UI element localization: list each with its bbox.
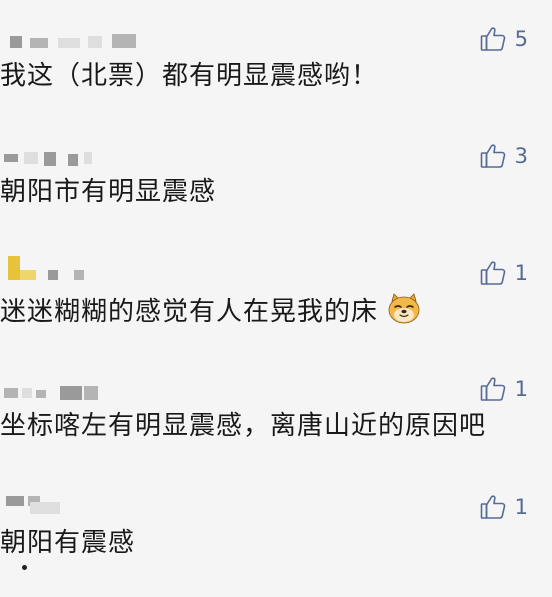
- doge-emoji: [388, 293, 420, 324]
- like-count: 1: [514, 495, 528, 519]
- like-count: 5: [514, 27, 528, 51]
- comment-text: 坐标喀左有明显震感，离唐山近的原因吧: [0, 411, 487, 441]
- blurred-username: [0, 380, 150, 400]
- like-button[interactable]: 1: [479, 492, 528, 522]
- like-count: 1: [514, 377, 528, 401]
- blurred-username: [0, 32, 150, 52]
- like-count: 3: [514, 144, 528, 168]
- comment-text-content: 迷迷糊糊的感觉有人在晃我的床: [0, 297, 379, 327]
- comment-text: 我这（北票）都有明显震感哟！: [0, 61, 379, 91]
- blurred-username: [0, 148, 150, 168]
- blurred-username: [0, 256, 150, 280]
- like-count: 1: [514, 261, 528, 285]
- thumbs-up-icon: [480, 377, 505, 401]
- like-button[interactable]: 1: [479, 374, 528, 404]
- comment-list: 5 我这（北票）都有明显震感哟！ 3 朝阳市有明显震感 1 迷迷糊糊的感觉有人在…: [0, 0, 552, 597]
- thumbs-up-icon: [480, 144, 505, 168]
- thumbs-up-icon: [480, 261, 505, 285]
- comment-text: 朝阳市有明显震感: [0, 177, 217, 207]
- like-button[interactable]: 5: [479, 24, 528, 54]
- blurred-username: [0, 494, 150, 514]
- thumbs-up-icon: [480, 27, 505, 51]
- like-button[interactable]: 3: [479, 141, 528, 171]
- bullet-dot: [22, 565, 27, 570]
- comment-text: 朝阳有震感: [0, 528, 136, 558]
- thumbs-up-icon: [480, 495, 505, 519]
- comment-text: 迷迷糊糊的感觉有人在晃我的床: [0, 293, 421, 328]
- like-button[interactable]: 1: [479, 258, 528, 288]
